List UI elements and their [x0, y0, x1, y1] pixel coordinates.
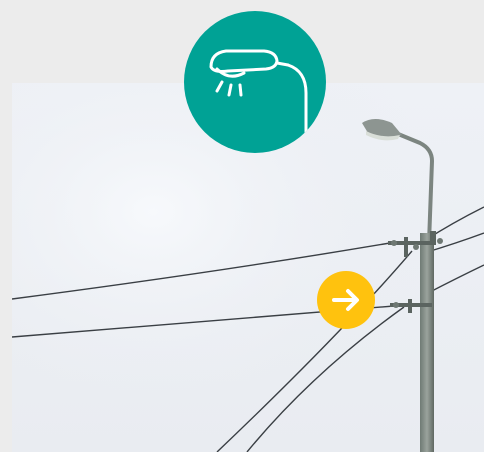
page: [0, 0, 484, 452]
street-lamp-icon: [209, 49, 308, 153]
arrow-right-icon: [332, 289, 359, 311]
next-arrow-button[interactable]: [317, 271, 375, 329]
street-lighting-badge: [184, 11, 326, 153]
